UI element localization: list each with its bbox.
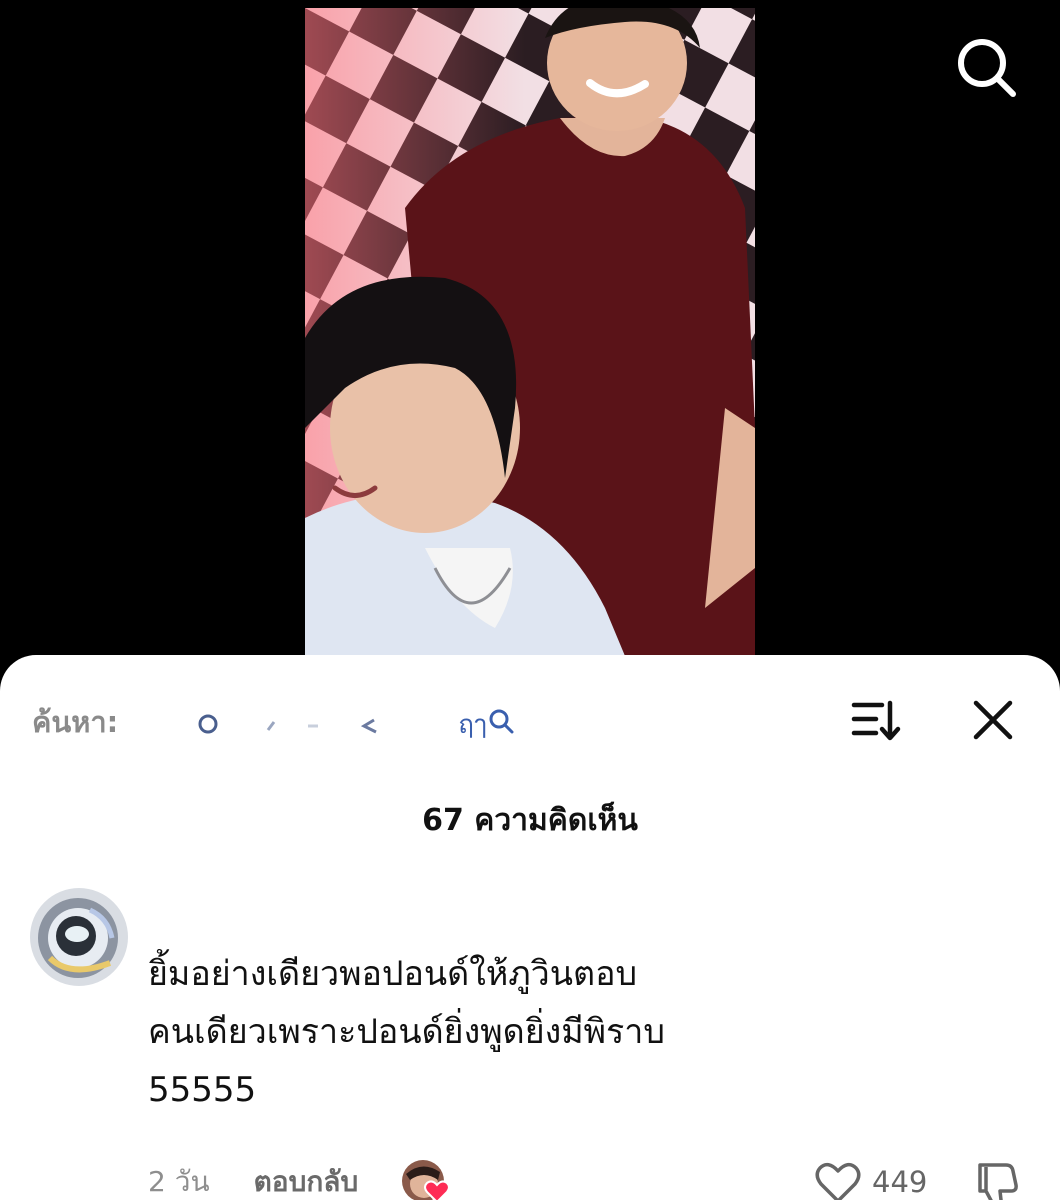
video-scene xyxy=(305,8,755,680)
like-count: 449 xyxy=(872,1165,928,1199)
dislike-icon[interactable] xyxy=(970,1159,1020,1200)
heart-icon xyxy=(424,1180,451,1200)
avatar[interactable] xyxy=(30,888,128,986)
search-suggestion-blur: ฤๅ xyxy=(128,702,528,742)
comment-text: ยิ้มอย่างเดียวพอปอนด์ให้ภูวินตอบ คนเดียว… xyxy=(148,954,665,1110)
video-thumbnail xyxy=(305,8,755,680)
comment-meta: 2 วัน ตอบกลับ xyxy=(148,1157,452,1200)
comment-timestamp: 2 วัน xyxy=(148,1165,210,1198)
creator-liked-badge xyxy=(402,1160,452,1200)
search-prefix-label: ค้นหา: xyxy=(32,705,119,739)
like-heart-icon[interactable] xyxy=(815,1161,861,1200)
reply-button[interactable]: ตอบกลับ xyxy=(254,1160,359,1200)
blurred-text xyxy=(198,714,377,734)
comments-sheet: ค้นหา: ฤๅ 67 ความคิดเห็น ยิ้มอย่างเดียวพ… xyxy=(0,655,1060,1200)
comment-count-title: 67 ความคิดเห็น xyxy=(422,803,638,838)
search-term: ฤๅ xyxy=(458,710,487,740)
close-icon[interactable] xyxy=(970,697,1016,743)
comment-item: ยิ้มอย่างเดียวพอปอนด์ให้ภูวินตอบ คนเดียว… xyxy=(0,883,1060,1200)
video-player[interactable] xyxy=(0,0,1060,680)
search-small-icon xyxy=(489,709,514,734)
comment-search-suggestion[interactable]: ค้นหา: ฤๅ xyxy=(32,697,632,747)
sort-icon[interactable] xyxy=(850,697,902,743)
search-icon[interactable] xyxy=(955,36,1019,100)
